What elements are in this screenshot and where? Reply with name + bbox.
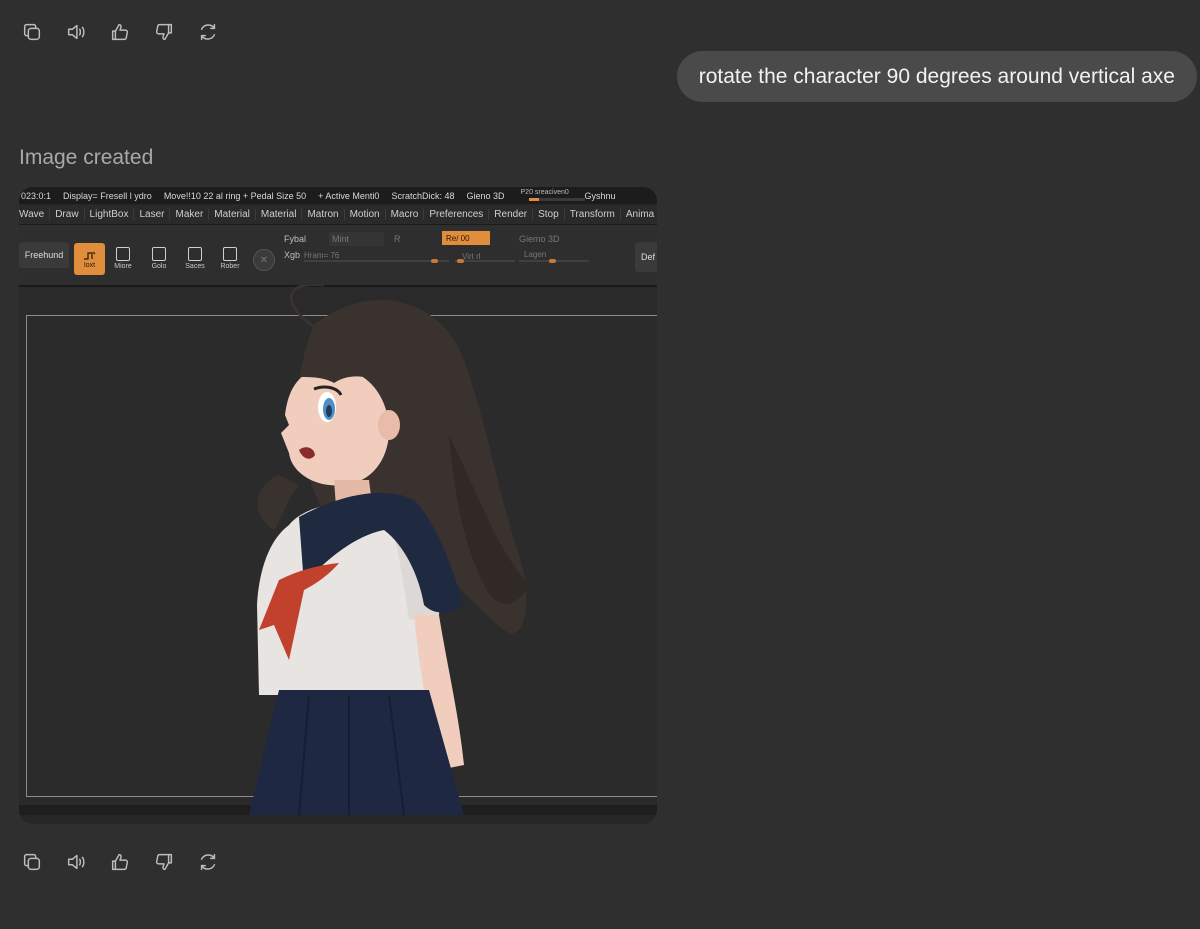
- field-label: Hram= 76: [304, 251, 340, 260]
- thumbs-down-icon: [155, 23, 173, 41]
- tool-label: Saces: [185, 263, 205, 270]
- image-created-label: Image created: [19, 146, 154, 169]
- tool-miore: Miore: [108, 247, 138, 275]
- menu-item: Maker: [170, 209, 210, 220]
- good-response-button[interactable]: [108, 20, 132, 44]
- field-label: Lagen: [524, 250, 547, 259]
- slider-knob: [431, 259, 438, 263]
- top-bar-text: Gieno 3D: [466, 190, 505, 201]
- slider-track: [304, 260, 449, 262]
- slider-track: [455, 260, 515, 262]
- tool-label: Rober: [220, 263, 240, 270]
- bad-response-button[interactable]: [152, 20, 176, 44]
- copy-icon: [23, 23, 41, 41]
- regenerate-button[interactable]: [196, 20, 220, 44]
- menu-item: Material: [209, 209, 256, 220]
- field-label: Xgb: [284, 250, 301, 260]
- default-button: Def: [635, 242, 657, 272]
- menu-item: LightBox: [85, 209, 135, 220]
- progress-fill: [528, 197, 539, 201]
- menu-item: Preferences: [424, 209, 490, 220]
- refresh-icon: [200, 23, 216, 41]
- refresh-icon: [200, 853, 216, 871]
- copy-icon: [23, 853, 41, 871]
- copy-button[interactable]: [20, 20, 44, 44]
- zbrush-toolbar: Freehund Ioxt Miore Golo Saces Rober ✕ F…: [19, 225, 657, 287]
- orange-value-box: Re/ 00: [442, 231, 490, 245]
- zbrush-menu-bar: Wave Draw LightBox Laser Maker Material …: [19, 205, 657, 225]
- round-close-icon: ✕: [253, 249, 275, 271]
- good-response-button[interactable]: [108, 850, 132, 874]
- tool-glyph-icon: [188, 247, 202, 261]
- bad-response-button[interactable]: [152, 850, 176, 874]
- active-tool-label: Ioxt: [83, 261, 96, 269]
- top-bar-text: + Active Menti0: [318, 190, 380, 201]
- speaker-icon: [67, 24, 85, 40]
- top-bar-right-text: Gyshnu: [584, 190, 616, 201]
- progress-label: P20 sreaciven0: [520, 188, 569, 196]
- user-message-text: rotate the character 90 degrees around v…: [698, 64, 1175, 88]
- menu-item: Laser: [134, 209, 171, 220]
- tool-icon: [83, 251, 95, 260]
- menu-item: Draw: [50, 209, 85, 220]
- tool-label: Miore: [114, 263, 132, 270]
- user-message-bubble: rotate the character 90 degrees around v…: [676, 51, 1197, 102]
- menu-item: Matron: [302, 209, 345, 220]
- tool-golo: Golo: [144, 247, 174, 275]
- read-aloud-button[interactable]: [64, 850, 88, 874]
- generated-image[interactable]: 023:0:1 Display= Fresell l ydro Move!!10…: [19, 187, 657, 824]
- menu-item: Stop: [533, 209, 565, 220]
- menu-item: Motion: [345, 209, 386, 220]
- thumbs-up-icon: [111, 853, 129, 871]
- top-bar-text: Display= Fresell l ydro: [63, 190, 152, 201]
- top-bar-text: Move!!10 22 al ring + Pedal Size 50: [163, 190, 307, 201]
- menu-item: Transform: [565, 209, 621, 220]
- tool-glyph-icon: [223, 247, 237, 261]
- menu-item: Macro: [386, 209, 425, 220]
- freehand-button: Freehund: [19, 242, 69, 268]
- menu-item: Wave: [19, 209, 51, 220]
- speaker-icon: [67, 854, 85, 870]
- message-actions-top: [20, 20, 220, 44]
- field-label: Mint: [332, 234, 350, 244]
- field-label: Fybal: [284, 234, 307, 244]
- slider-knob: [549, 259, 556, 263]
- zbrush-top-bar: 023:0:1 Display= Fresell l ydro Move!!10…: [19, 187, 657, 204]
- read-aloud-button[interactable]: [64, 20, 88, 44]
- menu-item: Material: [256, 209, 303, 220]
- top-bar-text: 023:0:1: [21, 190, 52, 201]
- tool-glyph-icon: [152, 247, 166, 261]
- copy-button[interactable]: [20, 850, 44, 874]
- tool-label: Golo: [151, 263, 167, 270]
- menu-item: Anima: [621, 209, 657, 220]
- tool-glyph-icon: [116, 247, 130, 261]
- field-label: R: [394, 234, 401, 244]
- tool-rober: Rober: [215, 247, 245, 275]
- field-label: Giemo 3D: [519, 234, 560, 244]
- active-tool-button: Ioxt: [74, 243, 105, 275]
- regenerate-button[interactable]: [196, 850, 220, 874]
- character-illustration: [249, 285, 529, 815]
- tool-saces: Saces: [180, 247, 210, 275]
- message-actions-bottom: [20, 850, 220, 874]
- thumbs-down-icon: [155, 853, 173, 871]
- progress-bar: P20 sreaciven0: [517, 188, 585, 201]
- slider-knob: [457, 259, 464, 263]
- top-bar-text: ScratchDick: 48: [391, 190, 455, 201]
- menu-item: Render: [489, 209, 534, 220]
- thumbs-up-icon: [111, 23, 129, 41]
